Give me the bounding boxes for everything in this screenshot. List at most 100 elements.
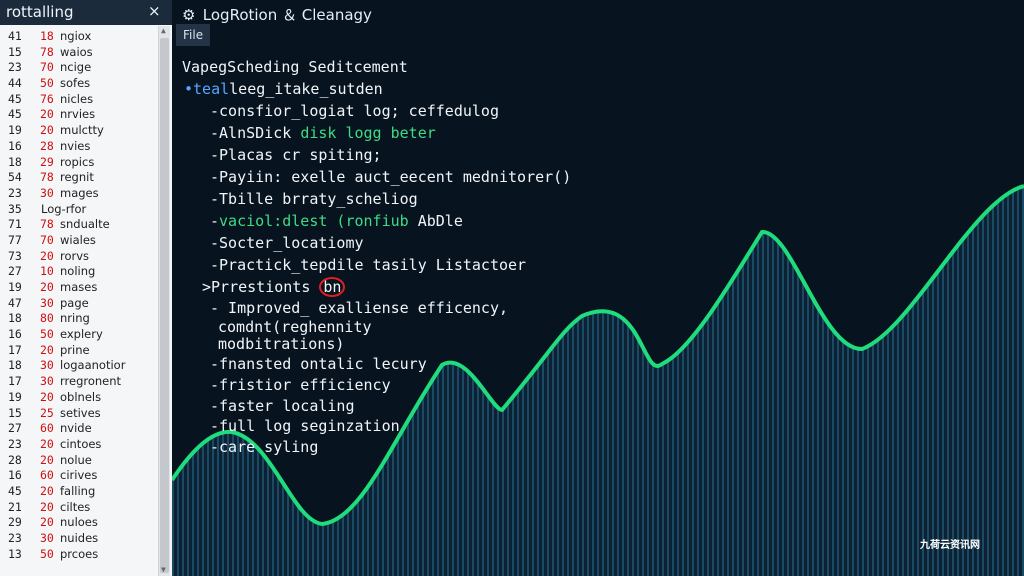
row-label: noling (60, 264, 96, 279)
row-number: 15 (8, 44, 22, 59)
row-value: 20 (40, 342, 54, 357)
list-item[interactable]: 77 70 wiales (0, 233, 158, 249)
row-label: nvies (60, 138, 91, 153)
scrollbar[interactable]: ▲ ▼ (158, 26, 170, 576)
list-item[interactable]: 45 20 nrvies (0, 107, 158, 123)
row-number: 19 (8, 389, 22, 404)
row-number: 73 (8, 248, 22, 263)
editor-panel: ⚙ LogRotion ＆ Cleanagy File VapegSchedin… (172, 0, 1024, 576)
code-line: -faster localing (210, 397, 355, 415)
row-number: 16 (8, 468, 22, 483)
row-label: rorvs (60, 248, 90, 263)
code-text: >Prrestionts (202, 278, 320, 296)
code-line: -consfior_logiat log; ceffedulog (210, 102, 499, 120)
list-item[interactable]: 45 76 nicles (0, 92, 158, 108)
list-item[interactable]: 54 78 regnit (0, 170, 158, 186)
list-item[interactable]: 19 20 oblnels (0, 390, 158, 406)
row-value: 80 (40, 311, 54, 326)
list-item[interactable]: 35 Log-rfor (0, 202, 158, 218)
list-item[interactable]: 45 20 falling (0, 484, 158, 500)
list-item[interactable]: 23 30 nuides (0, 531, 158, 547)
list-item[interactable]: 71 78 sndualte (0, 217, 158, 233)
row-number: 27 (8, 421, 22, 436)
row-value: 20 (40, 248, 54, 263)
list-item[interactable]: 18 29 ropics (0, 155, 158, 171)
list-item[interactable]: 18 80 nring (0, 311, 158, 327)
row-label: sofes (60, 76, 91, 91)
row-label: setives (60, 405, 101, 420)
row-number: 17 (8, 374, 22, 389)
row-value: 20 (40, 483, 54, 498)
code-line: -care syling (210, 438, 319, 456)
row-number: 45 (8, 91, 22, 106)
panel-header: rottalling × (0, 0, 172, 25)
row-number: 27 (8, 264, 22, 279)
code-line: comdnt(reghennity (218, 318, 372, 336)
row-label: page (60, 295, 89, 310)
row-number: 41 (8, 29, 22, 43)
scrollbar-thumb[interactable] (160, 38, 169, 573)
code-line: -Socter_locatiomy (210, 234, 364, 252)
list-item[interactable]: 27 60 nvide (0, 421, 158, 437)
row-number: 17 (8, 342, 22, 357)
row-number: 44 (8, 76, 22, 91)
list-item[interactable]: 13 50 prcoes (0, 547, 158, 563)
row-number: 71 (8, 217, 22, 232)
scroll-down-icon[interactable]: ▼ (161, 565, 166, 574)
list-item[interactable]: 27 10 noling (0, 264, 158, 280)
list-item[interactable]: 19 20 mases (0, 280, 158, 296)
row-value: 30 (40, 295, 54, 310)
row-number: 35 (8, 201, 22, 216)
file-menu[interactable]: File (176, 24, 211, 46)
panel-title: rottalling (6, 3, 74, 21)
list-item[interactable]: 21 20 ciltes (0, 500, 158, 516)
list-item[interactable]: 16 60 cirives (0, 468, 158, 484)
bullet-icon: • (184, 80, 194, 98)
row-value: 25 (40, 405, 54, 420)
code-line: -full log seginzation (210, 417, 400, 435)
list-item[interactable]: 23 30 mages (0, 186, 158, 202)
list-item[interactable]: 16 50 explery (0, 327, 158, 343)
row-label: ncige (60, 60, 92, 75)
row-label: waios (60, 44, 93, 59)
row-number: 16 (8, 138, 22, 153)
list-item[interactable]: 17 20 prine (0, 343, 158, 359)
list-item[interactable]: 18 30 logaanotior (0, 358, 158, 374)
row-number: 23 (8, 60, 22, 75)
code-line: -Practick_tepdile tasily Listactoer (210, 256, 527, 274)
gear-icon: ⚙ (182, 6, 196, 24)
list-item[interactable]: 28 20 nolue (0, 453, 158, 469)
list-item[interactable]: 47 30 page (0, 296, 158, 312)
list-item[interactable]: 16 28 nvies (0, 139, 158, 155)
list-item[interactable]: 41 18 ngiox (0, 29, 158, 45)
close-icon[interactable]: × (148, 2, 161, 20)
list-item[interactable]: 15 25 setives (0, 406, 158, 422)
row-label: oblnels (60, 389, 102, 404)
list-item[interactable]: 73 20 rorvs (0, 249, 158, 265)
keyword: disk logg beter (300, 124, 436, 142)
code-line: modbitrations) (218, 335, 345, 353)
row-value: 60 (40, 468, 54, 483)
list-item[interactable]: 17 30 rregronent (0, 374, 158, 390)
row-value: 10 (40, 264, 54, 279)
list-item[interactable]: 23 20 cintoes (0, 437, 158, 453)
list-item[interactable]: 44 50 sofes (0, 76, 158, 92)
row-label: nvide (60, 421, 92, 436)
highlighted-token: bn (319, 277, 346, 297)
list-item[interactable]: 15 78 waios (0, 45, 158, 61)
row-value: 29 (40, 154, 54, 169)
code-text: - (210, 212, 220, 230)
row-number: 23 (8, 531, 22, 545)
list-item[interactable]: 23 70 ncige (0, 60, 158, 76)
row-value: 78 (40, 170, 54, 185)
row-value: 50 (40, 76, 54, 91)
list-item[interactable]: 29 20 nuloes (0, 515, 158, 531)
list-item[interactable]: 19 20 mulctty (0, 123, 158, 139)
code-line: >Prrestionts bn (202, 277, 346, 297)
row-number: 29 (8, 515, 22, 530)
row-label: mases (60, 280, 98, 294)
row-label: nring (60, 311, 90, 326)
row-number: 18 (8, 358, 22, 373)
row-number: 45 (8, 107, 22, 122)
scroll-up-icon[interactable]: ▲ (161, 26, 166, 35)
